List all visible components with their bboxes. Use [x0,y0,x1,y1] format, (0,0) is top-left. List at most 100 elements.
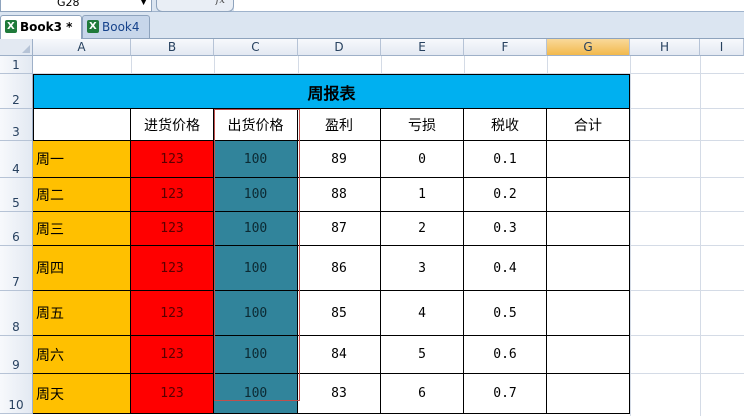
gridline [630,373,744,374]
header-cell-sale-price[interactable]: 出货价格 [214,109,298,141]
column-header-g[interactable]: G [547,39,630,56]
name-box[interactable]: G28 ▼ [0,0,152,12]
gridline [630,140,744,141]
row-header-4[interactable]: 4 [0,141,33,178]
day-cell[interactable]: 周三 [33,212,131,246]
sale-price-cell[interactable]: 100 [214,336,298,374]
excel-workbook-icon [87,16,99,38]
report-title-cell[interactable]: 周报表 [33,74,630,109]
total-cell[interactable] [547,212,630,246]
purchase-price-cell[interactable]: 123 [131,178,214,212]
total-cell[interactable] [547,246,630,291]
header-cell-tax[interactable]: 税收 [464,109,547,141]
total-cell[interactable] [547,374,630,414]
column-header-c[interactable]: C [214,39,298,56]
gridline [630,108,744,109]
tab-label: Book4 [102,20,140,34]
header-cell-empty[interactable] [33,109,131,141]
profit-cell[interactable]: 84 [298,336,381,374]
purchase-price-cell[interactable]: 123 [131,336,214,374]
purchase-price-cell[interactable]: 123 [131,291,214,336]
day-cell[interactable]: 周六 [33,336,131,374]
column-header-b[interactable]: B [131,39,214,56]
header-cell-profit[interactable]: 盈利 [298,109,381,141]
loss-cell[interactable]: 2 [381,212,464,246]
row-number: 6 [12,230,20,244]
header-cell-loss[interactable]: 亏损 [381,109,464,141]
select-all-button[interactable] [0,39,33,56]
purchase-price-cell[interactable]: 123 [131,212,214,246]
column-header-f[interactable]: F [464,39,547,56]
tax-cell[interactable]: 0.3 [464,212,547,246]
insert-function-area[interactable]: fx [156,0,234,12]
sale-price-cell[interactable]: 100 [214,291,298,336]
profit-cell[interactable]: 83 [298,374,381,414]
gridline [630,211,744,212]
profit-cell[interactable]: 87 [298,212,381,246]
sale-price-cell[interactable]: 100 [214,246,298,291]
tax-cell[interactable]: 0.4 [464,246,547,291]
row-header-6[interactable]: 6 [0,212,33,246]
day-cell[interactable]: 周四 [33,246,131,291]
profit-cell[interactable]: 85 [298,291,381,336]
row-header-8[interactable]: 8 [0,291,33,336]
gridline [547,56,548,74]
tab-book4[interactable]: Book4 [82,15,150,38]
profit-cell[interactable]: 88 [298,178,381,212]
gridline [630,56,631,416]
loss-cell[interactable]: 3 [381,246,464,291]
sale-price-cell[interactable]: 100 [214,212,298,246]
loss-cell[interactable]: 0 [381,141,464,178]
sale-price-cell[interactable]: 100 [214,141,298,178]
tax-cell[interactable]: 0.6 [464,336,547,374]
row-header-7[interactable]: 7 [0,246,33,291]
chevron-down-icon[interactable]: ▼ [140,0,147,10]
fx-icon[interactable]: fx [216,0,225,6]
purchase-price-cell[interactable]: 123 [131,141,214,178]
row-header-2[interactable]: 2 [0,74,33,109]
column-header-h[interactable]: H [630,39,700,56]
header-cell-purchase-price[interactable]: 进货价格 [131,109,214,141]
purchase-price-cell[interactable]: 123 [131,374,214,414]
tax-cell[interactable]: 0.7 [464,374,547,414]
total-cell[interactable] [547,141,630,178]
column-header-e[interactable]: E [381,39,464,56]
loss-cell[interactable]: 1 [381,178,464,212]
workbook-tab-bar: Book3 * Book4 [0,12,744,39]
day-cell[interactable]: 周五 [33,291,131,336]
column-header-a[interactable]: A [33,39,131,56]
sale-price-cell[interactable]: 100 [214,374,298,414]
formula-bar: G28 ▼ fx [0,0,744,12]
tax-cell[interactable]: 0.1 [464,141,547,178]
row-header-9[interactable]: 9 [0,336,33,374]
tax-cell[interactable]: 0.2 [464,178,547,212]
profit-cell[interactable]: 86 [298,246,381,291]
tab-book3[interactable]: Book3 * [0,15,82,39]
name-box-value: G28 [57,0,80,9]
sale-price-cell[interactable]: 100 [214,178,298,212]
day-cell[interactable]: 周一 [33,141,131,178]
tax-cell[interactable]: 0.5 [464,291,547,336]
gridline [381,56,382,74]
gridline [630,245,744,246]
day-cell[interactable]: 周二 [33,178,131,212]
header-cell-total[interactable]: 合计 [547,109,630,141]
row-header-1[interactable]: 1 [0,56,33,74]
row-header-3[interactable]: 3 [0,109,33,141]
profit-cell[interactable]: 89 [298,141,381,178]
purchase-price-cell[interactable]: 123 [131,246,214,291]
gridline [214,56,215,74]
row-number: 5 [12,196,20,210]
row-header-5[interactable]: 5 [0,178,33,212]
total-cell[interactable] [547,336,630,374]
total-cell[interactable] [547,291,630,336]
row-header-10[interactable]: 10 [0,374,33,414]
loss-cell[interactable]: 4 [381,291,464,336]
total-cell[interactable] [547,178,630,212]
loss-cell[interactable]: 5 [381,336,464,374]
formula-input[interactable] [234,0,744,11]
day-cell[interactable]: 周天 [33,374,131,414]
column-header-i[interactable]: I [700,39,744,56]
column-header-d[interactable]: D [298,39,381,56]
loss-cell[interactable]: 6 [381,374,464,414]
